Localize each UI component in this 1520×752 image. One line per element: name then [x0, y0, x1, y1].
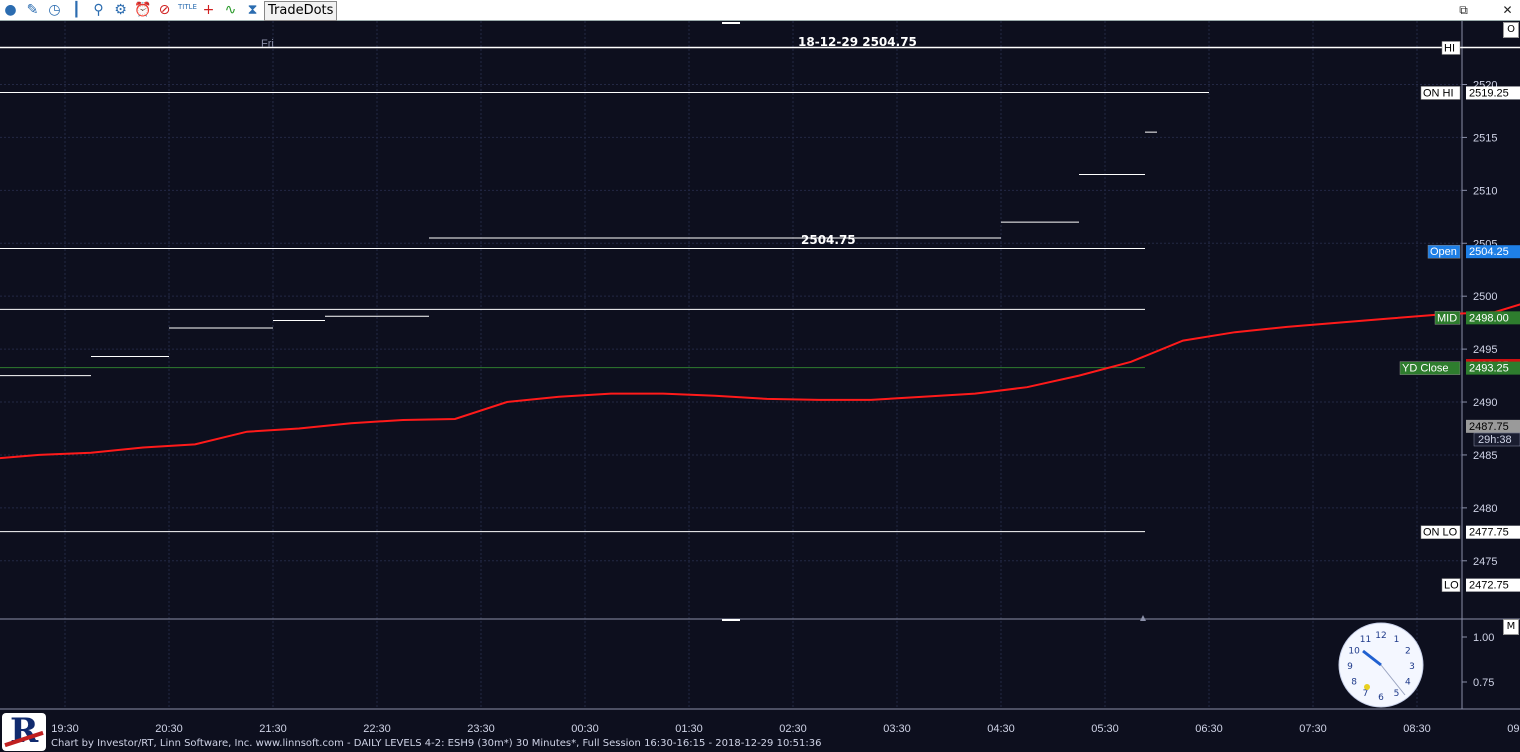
toolbar: ● ✎ ◷ ┃ ⚲ ⚙ ⏰ ⊘ TITLE + ∿ ⧗ TradeDots ⧉ ✕	[0, 0, 1520, 21]
lower-y-tick-label: 1.00	[1473, 632, 1494, 644]
level-tag-text: YD Close	[1402, 363, 1448, 375]
clock-numeral: 4	[1405, 678, 1411, 688]
x-tick-label: 23:30	[467, 723, 495, 735]
corner-m-button[interactable]: M	[1503, 619, 1519, 635]
clock-icon[interactable]: ◷	[46, 2, 63, 19]
clock-numeral: 11	[1360, 635, 1371, 645]
corner-o-button[interactable]: O	[1503, 22, 1519, 38]
x-tick-label: 07:30	[1299, 723, 1327, 735]
clock-numeral: 1	[1394, 635, 1400, 645]
x-tick-label: 00:30	[571, 723, 599, 735]
axis-value-text: 2493.25	[1469, 363, 1509, 375]
x-tick-label: 09:30	[1507, 723, 1520, 735]
chart-background	[0, 21, 1520, 752]
y-tick-label: 2500	[1473, 291, 1497, 303]
x-tick-label: 05:30	[1091, 723, 1119, 735]
restore-window-icon[interactable]: ⧉	[1455, 2, 1472, 19]
clock-numeral: 9	[1347, 662, 1353, 672]
title-icon[interactable]: TITLE	[178, 2, 197, 19]
zoom-icon[interactable]: ⚲	[90, 2, 107, 19]
price-chart[interactable]: 19:30 20:30 21:30 22:30 23:30 00:30 01:30 02:30…	[0, 21, 1520, 752]
x-tick-label: 02:30	[779, 723, 807, 735]
y-tick-label: 2475	[1473, 556, 1497, 568]
candlestick-icon[interactable]: ┃	[68, 2, 85, 19]
x-tick-label: 22:30	[363, 723, 391, 735]
axis-value-text: 2498.00	[1469, 312, 1509, 324]
y-tick-label: 2480	[1473, 503, 1497, 515]
hourglass-icon[interactable]: ⧗	[244, 2, 261, 19]
level-tag-text: Open	[1430, 246, 1457, 258]
logo-drop-icon[interactable]: ●	[2, 2, 19, 19]
level-tag-text: ON HI	[1423, 87, 1454, 99]
wave-icon[interactable]: ∿	[222, 2, 239, 19]
x-tick-label: 21:30	[259, 723, 287, 735]
axis-value-text: 2519.25	[1469, 87, 1509, 99]
clock-numeral: 12	[1375, 631, 1386, 641]
y-tick-label: 2515	[1473, 132, 1497, 144]
y-tick-label: 2490	[1473, 397, 1497, 409]
crosshair-readout: 18-12-29 2504.75	[798, 35, 917, 49]
clock-dot	[1364, 684, 1370, 690]
crosshair-icon[interactable]: +	[200, 2, 217, 19]
clock-dial-icon: 12 12 3 45678 9 1011	[1338, 622, 1424, 708]
clock-numeral: 8	[1351, 678, 1357, 688]
clock-numeral: 6	[1378, 693, 1384, 703]
level-tag-text: LO	[1444, 580, 1459, 592]
axis-value-text: 2477.75	[1469, 527, 1509, 539]
level-tag-text: MID	[1437, 312, 1457, 324]
x-tick-label: 04:30	[987, 723, 1015, 735]
no-entry-icon[interactable]: ⊘	[156, 2, 173, 19]
day-label: Fri	[261, 38, 274, 50]
tradedots-button[interactable]: TradeDots	[264, 1, 338, 21]
footer-caption: Chart by Investor/RT, Linn Software, Inc…	[51, 738, 822, 749]
x-tick-label: 01:30	[675, 723, 703, 735]
x-tick-label: 19:30	[51, 723, 79, 735]
axis-value-text: 2487.75	[1469, 421, 1509, 433]
axis-value-text: 2472.75	[1469, 580, 1509, 592]
pencil-icon[interactable]: ✎	[24, 2, 41, 19]
linn-logo: R	[2, 711, 46, 751]
clock-numeral: 3	[1409, 662, 1415, 672]
level-tag-text: ON LO	[1423, 527, 1458, 539]
x-tick-label: 03:30	[883, 723, 911, 735]
x-tick-label: 08:30	[1403, 723, 1431, 735]
close-window-icon[interactable]: ✕	[1499, 2, 1516, 19]
alarm-icon[interactable]: ⏰	[134, 2, 151, 19]
level-tag-text: HI	[1444, 42, 1455, 54]
y-tick-label: 2495	[1473, 344, 1497, 356]
timer-text: 29h:38	[1478, 434, 1512, 446]
x-tick-label: 20:30	[155, 723, 183, 735]
x-tick-label: 06:30	[1195, 723, 1223, 735]
gear-icon[interactable]: ⚙	[112, 2, 129, 19]
axis-value-text: 2504.25	[1469, 246, 1509, 258]
clock-numeral: 5	[1394, 689, 1400, 699]
lower-y-tick-label: 0.75	[1473, 677, 1494, 689]
clock-numeral: 2	[1405, 647, 1411, 657]
y-tick-label: 2485	[1473, 450, 1497, 462]
price-tag-label: 2504.75	[801, 233, 856, 247]
y-tick-label: 2510	[1473, 185, 1497, 197]
clock-numeral: 7	[1363, 689, 1369, 699]
clock-numeral: 10	[1348, 647, 1360, 657]
